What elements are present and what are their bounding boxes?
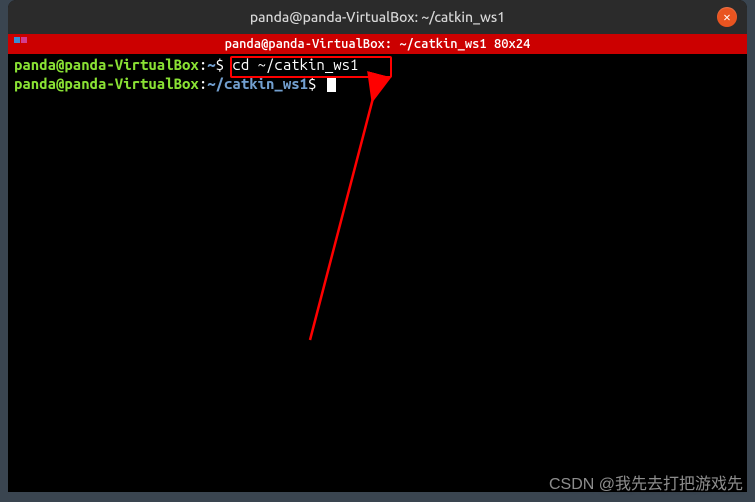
notify-text: panda@panda-VirtualBox: ~/catkin_ws1 80x… xyxy=(225,37,531,51)
terminal-window: panda@panda-VirtualBox: ~/catkin_ws1 ✕ p… xyxy=(8,0,747,492)
watermark-text: CSDN @我先去打把游戏先 xyxy=(549,470,743,494)
command-text: cd ~/catkin_ws1 xyxy=(224,56,358,73)
prompt-path: ~ xyxy=(207,56,215,73)
notify-bar: panda@panda-VirtualBox: ~/catkin_ws1 80x… xyxy=(8,34,747,54)
close-button[interactable]: ✕ xyxy=(717,7,737,27)
prompt-line: panda@panda-VirtualBox:~/catkin_ws1$ xyxy=(14,75,741,94)
prompt-line: panda@panda-VirtualBox:~$ cd ~/catkin_ws… xyxy=(14,56,741,75)
cursor-block xyxy=(327,76,336,92)
prompt-user: panda@panda-VirtualBox xyxy=(14,75,199,92)
titlebar: panda@panda-VirtualBox: ~/catkin_ws1 ✕ xyxy=(8,0,747,34)
prompt-path: ~/catkin_ws1 xyxy=(207,75,308,92)
close-icon: ✕ xyxy=(723,10,730,24)
prompt-user: panda@panda-VirtualBox xyxy=(14,56,199,73)
terminal-body[interactable]: panda@panda-VirtualBox:~$ cd ~/catkin_ws… xyxy=(8,54,747,96)
window-title: panda@panda-VirtualBox: ~/catkin_ws1 xyxy=(250,9,505,25)
tile-icon xyxy=(14,37,27,43)
